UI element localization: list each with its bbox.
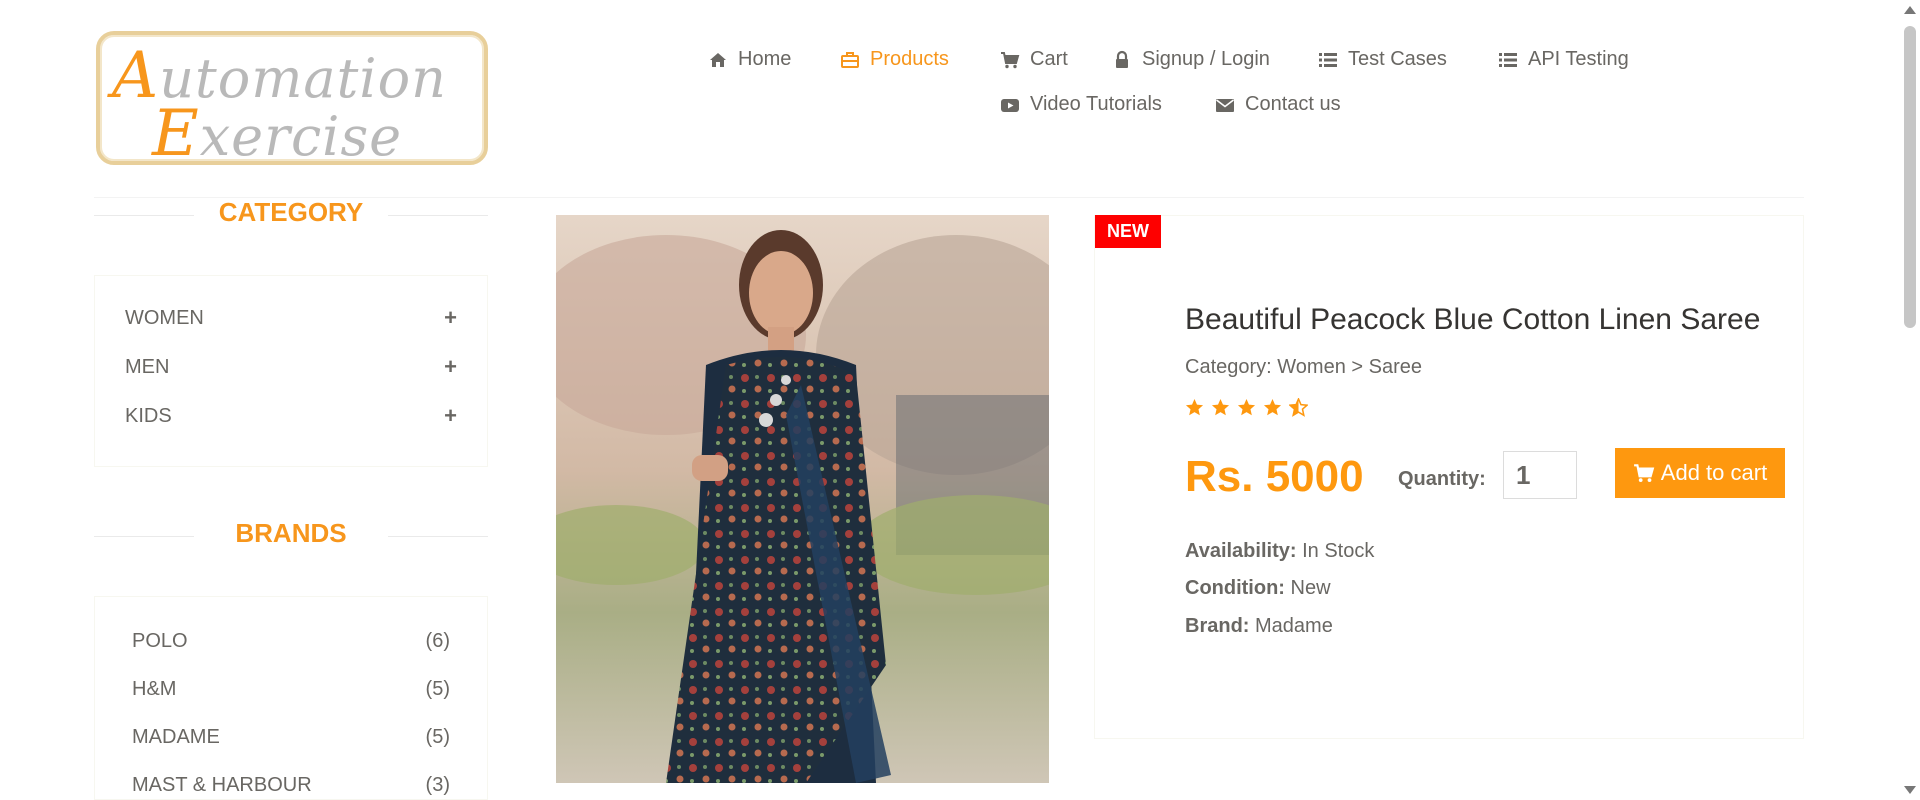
envelope-icon [1215, 95, 1235, 115]
quantity-label: Quantity: [1398, 468, 1486, 490]
scroll-down-arrow-icon[interactable] [1904, 786, 1916, 794]
nav-home-label: Home [738, 48, 792, 70]
availability-value: In Stock [1302, 540, 1375, 562]
star-icon [1237, 398, 1256, 417]
nav-cart[interactable]: Cart [1000, 48, 1068, 71]
category-item-kids[interactable]: KIDS + [125, 401, 457, 431]
scroll-up-arrow-icon[interactable] [1904, 6, 1916, 14]
nav-products[interactable]: Products [840, 48, 949, 71]
cart-icon [1633, 462, 1655, 484]
plus-icon[interactable]: + [444, 403, 457, 429]
plus-icon[interactable]: + [444, 305, 457, 331]
product-name: Beautiful Peacock Blue Cotton Linen Sare… [1185, 303, 1761, 336]
nav-test-cases[interactable]: Test Cases [1318, 48, 1447, 71]
brand-name: H&M [132, 677, 177, 700]
category-item-women[interactable]: WOMEN + [125, 303, 457, 333]
brand-name: MADAME [132, 725, 220, 748]
brand-count: (5) [425, 725, 450, 748]
plus-icon[interactable]: + [444, 354, 457, 380]
condition-row: Condition: New [1185, 577, 1331, 600]
brand-name: MAST & HARBOUR [132, 773, 312, 796]
brands-title: BRANDS [235, 518, 347, 548]
nav-video-tutorials[interactable]: Video Tutorials [1000, 93, 1162, 116]
lock-icon [1112, 50, 1132, 70]
nav-cart-label: Cart [1030, 48, 1068, 70]
nav-api-testing[interactable]: API Testing [1498, 48, 1629, 71]
product-photo-illustration [556, 215, 1049, 783]
product-rating [1185, 398, 1308, 417]
nav-signup-login-label: Signup / Login [1142, 48, 1270, 70]
category-item-men[interactable]: MEN + [125, 352, 457, 382]
nav-contact-us-label: Contact us [1245, 93, 1341, 115]
half-star-icon [1289, 398, 1308, 417]
brands-panel: POLO (6) H&M (5) MADAME (5) MAST & HARBO… [94, 596, 488, 800]
availability-row: Availability: In Stock [1185, 540, 1374, 563]
availability-label: Availability: [1185, 540, 1297, 562]
nav-products-label: Products [870, 48, 949, 70]
brand-item-hm[interactable]: H&M (5) [132, 674, 450, 704]
brand-value: Madame [1255, 615, 1333, 637]
condition-label: Condition: [1185, 577, 1285, 599]
new-badge: NEW [1095, 215, 1161, 248]
category-title: CATEGORY [218, 197, 364, 227]
brand-count: (3) [425, 773, 450, 796]
site-logo[interactable]: Automation Exercise [96, 31, 488, 171]
add-to-cart-label: Add to cart [1660, 460, 1768, 485]
nav-video-tutorials-label: Video Tutorials [1030, 93, 1162, 115]
star-icon [1185, 398, 1204, 417]
product-image [556, 215, 1049, 783]
nav-api-testing-label: API Testing [1528, 48, 1629, 70]
brand-name: POLO [132, 629, 188, 652]
nav-test-cases-label: Test Cases [1348, 48, 1447, 70]
quantity-input[interactable] [1503, 451, 1577, 499]
category-panel: WOMEN + MEN + KIDS + [94, 275, 488, 467]
star-icon [1211, 398, 1230, 417]
cart-icon [1000, 50, 1020, 70]
category-label: MEN [125, 355, 170, 378]
brand-count: (6) [425, 629, 450, 652]
scrollbar-thumb[interactable] [1904, 26, 1916, 328]
product-category: Category: Women > Saree [1185, 356, 1422, 378]
nav-contact-us[interactable]: Contact us [1215, 93, 1341, 116]
category-label: WOMEN [125, 306, 204, 329]
brand-label: Brand: [1185, 615, 1250, 637]
star-icon [1263, 398, 1282, 417]
brand-item-mast-harbour[interactable]: MAST & HARBOUR (3) [132, 770, 450, 800]
category-label: KIDS [125, 404, 172, 427]
condition-value: New [1290, 577, 1331, 599]
list-icon [1318, 50, 1338, 70]
youtube-icon [1000, 95, 1020, 115]
brand-count: (5) [425, 677, 450, 700]
brand-item-madame[interactable]: MADAME (5) [132, 722, 450, 752]
list-icon [1498, 50, 1518, 70]
nav-signup-login[interactable]: Signup / Login [1112, 48, 1270, 71]
add-to-cart-button[interactable]: Add to cart [1615, 448, 1785, 498]
nav-home[interactable]: Home [708, 48, 791, 71]
logo-line-exercise: Exercise [152, 97, 403, 171]
brand-item-polo[interactable]: POLO (6) [132, 626, 450, 656]
home-icon [708, 50, 728, 70]
brand-row: Brand: Madame [1185, 615, 1333, 638]
product-price: Rs. 5000 [1185, 452, 1364, 501]
products-icon [840, 50, 860, 70]
